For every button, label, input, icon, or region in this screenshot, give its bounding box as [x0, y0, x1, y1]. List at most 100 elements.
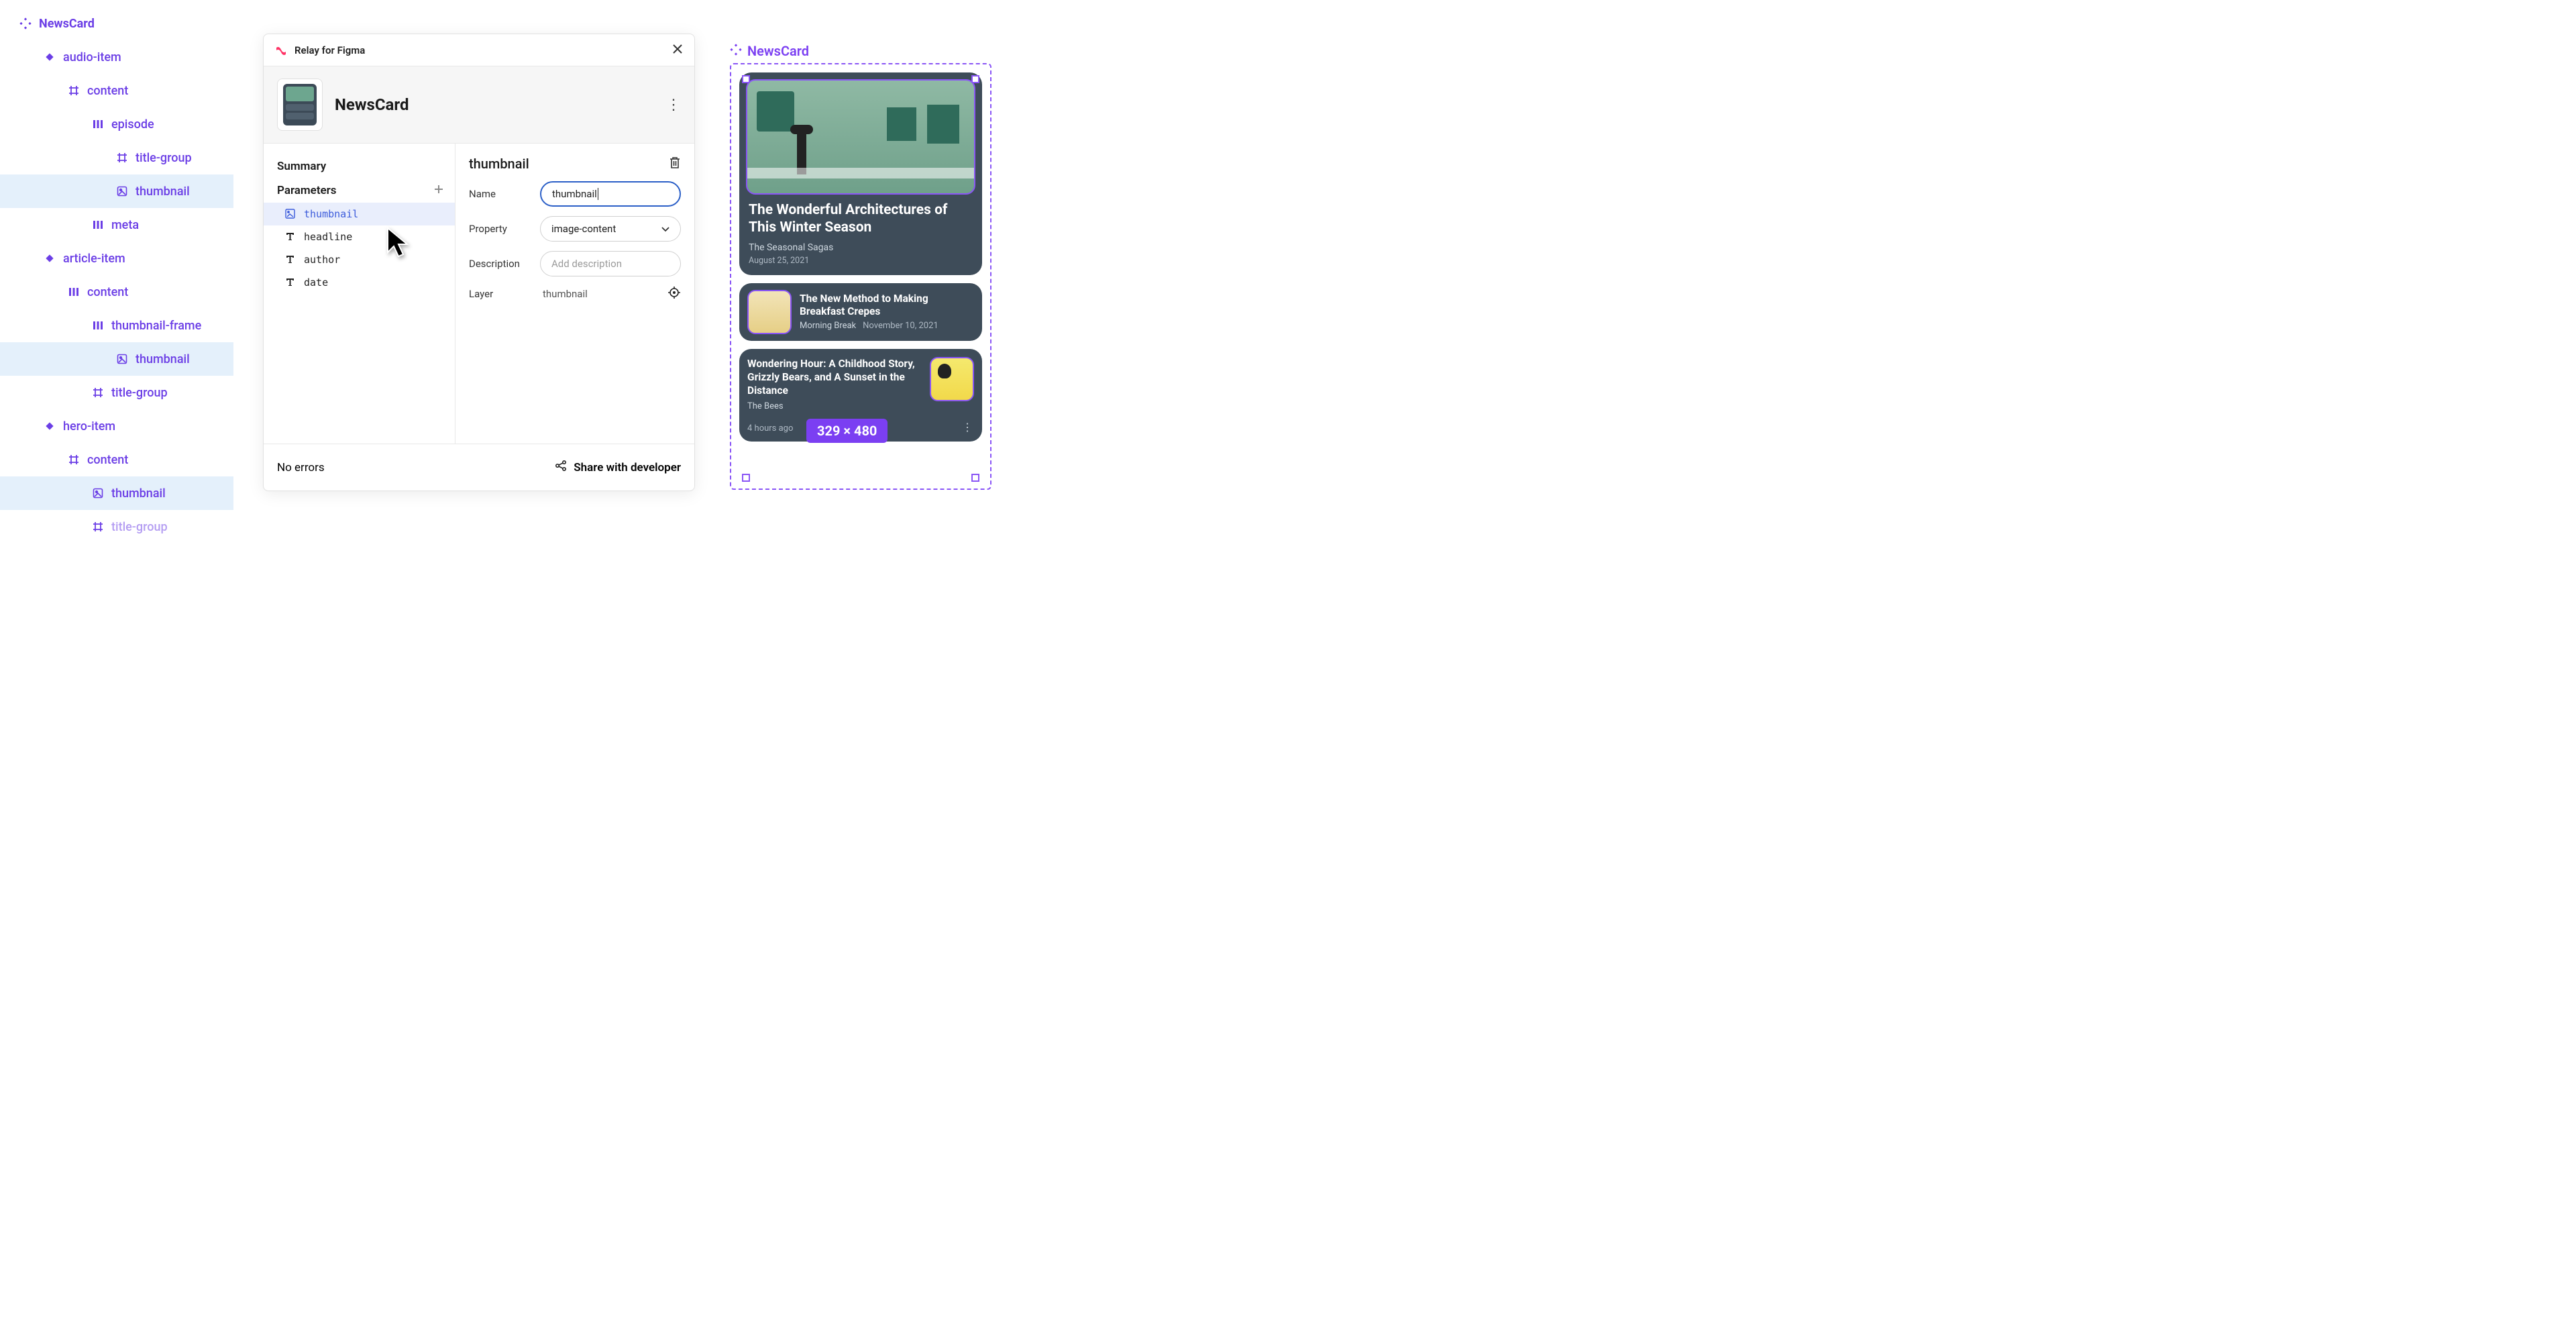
tree-row[interactable]: title-group — [0, 141, 233, 174]
tree-row-label: content — [87, 285, 128, 299]
tree-row[interactable]: content — [0, 275, 233, 309]
property-select[interactable]: image-content — [540, 216, 681, 242]
text-param-icon — [285, 232, 296, 242]
parameter-row[interactable]: author — [264, 248, 455, 271]
tree-row-label: meta — [111, 218, 139, 232]
tree-row[interactable]: thumbnail — [0, 342, 233, 376]
parameter-detail: thumbnail Name thumbnail Property image-… — [455, 144, 694, 444]
diamond-solid-icon — [43, 252, 56, 265]
article-item[interactable]: The New Method to Making Breakfast Crepe… — [739, 283, 982, 341]
thumbnail[interactable] — [930, 357, 974, 401]
thumbnail[interactable] — [747, 290, 792, 334]
frame-icon — [67, 453, 80, 466]
tree-row-label: thumbnail — [136, 185, 190, 199]
article-date: November 10, 2021 — [863, 321, 938, 331]
stack-icon — [67, 285, 80, 299]
locate-layer-button[interactable] — [667, 286, 681, 302]
hero-headline: The Wonderful Architectures of This Wint… — [739, 201, 982, 242]
hero-date: August 25, 2021 — [739, 256, 982, 266]
stack-icon — [91, 218, 105, 232]
parameter-name: headline — [304, 231, 352, 243]
text-param-icon — [285, 277, 296, 288]
parameters-column: Summary Parameters thumbnail headline auth… — [264, 144, 455, 444]
property-label: Property — [469, 223, 531, 235]
audio-headline: Wondering Hour: A Childhood Story, Grizz… — [747, 357, 922, 397]
tree-row[interactable]: article-item — [0, 242, 233, 275]
tree-row-label: hero-item — [63, 419, 115, 433]
image-icon — [115, 185, 129, 198]
tree-root[interactable]: NewsCard — [0, 7, 233, 40]
tree-row[interactable]: title-group — [0, 510, 233, 544]
cursor-icon — [385, 227, 412, 259]
tree-row-label: thumbnail — [136, 352, 190, 366]
thumbnail[interactable] — [746, 79, 975, 195]
close-button[interactable] — [672, 43, 684, 58]
canvas-component-label[interactable]: NewsCard — [730, 43, 991, 59]
frame-icon — [91, 520, 105, 533]
delete-parameter-button[interactable] — [669, 156, 681, 172]
audio-author: The Bees — [747, 401, 922, 411]
chevron-down-icon — [661, 223, 669, 235]
plugin-footer: No errors Share with developer — [264, 444, 694, 491]
tree-row[interactable]: thumbnail-frame — [0, 309, 233, 342]
parameter-name: date — [304, 276, 328, 289]
tree-row[interactable]: thumbnail — [0, 476, 233, 510]
frame-icon — [67, 84, 80, 97]
tree-row[interactable]: title-group — [0, 376, 233, 409]
plugin-titlebar: Relay for Figma — [264, 34, 694, 66]
tree-row[interactable]: hero-item — [0, 409, 233, 443]
relay-logo-icon — [274, 46, 288, 55]
component-header: NewsCard ⋮ — [264, 66, 694, 144]
layer-label: Layer — [469, 288, 531, 300]
tree-row-label: content — [87, 453, 128, 467]
name-label: Name — [469, 188, 531, 200]
tree-row-label: title-group — [111, 520, 168, 534]
text-param-icon — [285, 254, 296, 265]
tree-row[interactable]: content — [0, 443, 233, 476]
share-button[interactable]: Share with developer — [555, 460, 681, 475]
errors-status: No errors — [277, 461, 325, 474]
image-icon — [91, 486, 105, 500]
article-author: Morning Break — [800, 321, 856, 331]
plugin-window: Relay for Figma NewsCard ⋮ Summary Param… — [263, 34, 695, 491]
image-param-icon — [285, 209, 296, 219]
parameter-name: thumbnail — [304, 208, 358, 220]
card-more-button[interactable]: ⋮ — [962, 421, 973, 433]
component-more-button[interactable]: ⋮ — [666, 97, 681, 113]
component-set-icon — [19, 17, 32, 30]
parameter-row[interactable]: date — [264, 271, 455, 294]
tree-row-label: content — [87, 84, 128, 98]
tree-row-label: title-group — [136, 151, 192, 165]
description-label: Description — [469, 258, 531, 270]
tree-root-label: NewsCard — [39, 17, 95, 31]
stack-icon — [91, 319, 105, 332]
selection-handle[interactable] — [971, 474, 979, 482]
share-icon — [555, 460, 567, 475]
image-icon — [115, 352, 129, 366]
stack-icon — [91, 117, 105, 131]
tree-row[interactable]: meta — [0, 208, 233, 242]
tree-row[interactable]: episode — [0, 107, 233, 141]
tree-row-label: audio-item — [63, 50, 121, 64]
hero-item[interactable]: The Wonderful Architectures of This Wint… — [739, 72, 982, 275]
tree-row[interactable]: thumbnail — [0, 174, 233, 208]
parameter-row[interactable]: headline — [264, 225, 455, 248]
detail-heading: thumbnail — [469, 156, 529, 172]
add-parameter-button[interactable] — [433, 184, 444, 197]
component-set-icon — [730, 43, 742, 59]
tree-row[interactable]: content — [0, 74, 233, 107]
article-headline: The New Method to Making Breakfast Crepe… — [800, 293, 974, 319]
size-badge: 329 × 480 — [806, 419, 888, 443]
layer-tree: NewsCard audio-item content episode title-g… — [0, 0, 233, 526]
component-name: NewsCard — [335, 95, 409, 114]
name-input[interactable]: thumbnail — [540, 181, 681, 207]
tree-row[interactable]: audio-item — [0, 40, 233, 74]
component-frame[interactable]: The Wonderful Architectures of This Wint… — [730, 63, 991, 490]
layer-value: thumbnail — [543, 288, 588, 300]
parameter-row[interactable]: thumbnail — [264, 203, 455, 225]
description-input[interactable]: Add description — [540, 251, 681, 276]
summary-heading[interactable]: Summary — [264, 157, 455, 184]
parameters-heading: Parameters — [277, 184, 337, 197]
component-thumbnail — [277, 79, 323, 131]
selection-handle[interactable] — [742, 474, 750, 482]
